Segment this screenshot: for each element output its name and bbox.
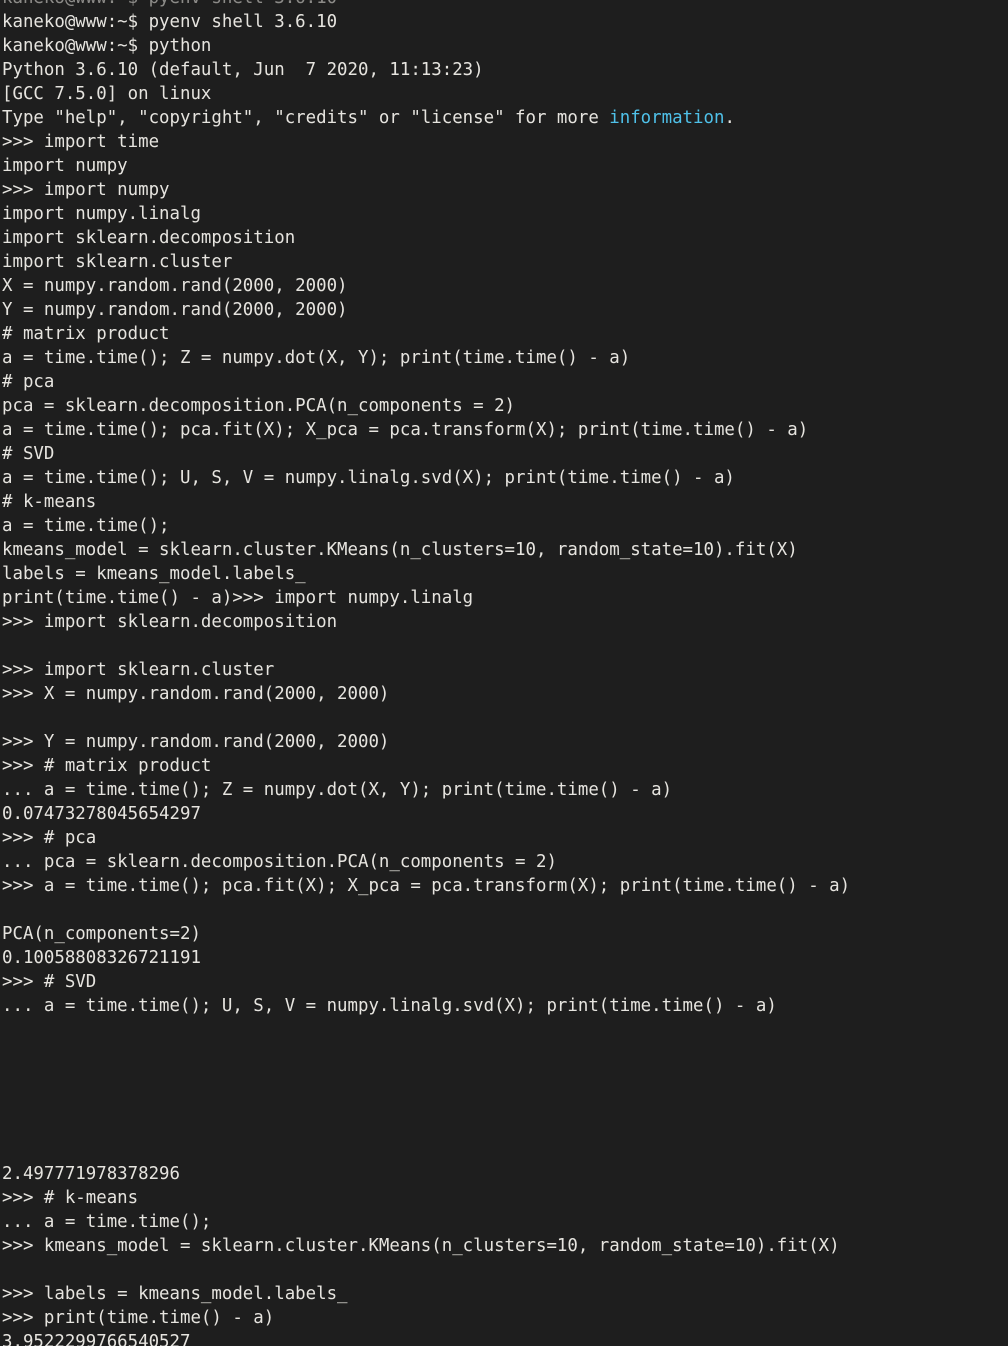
terminal-line-python-input: >>> import time bbox=[2, 132, 160, 152]
terminal-line-python-input: >>> Y = numpy.random.rand(2000, 2000) bbox=[2, 732, 390, 752]
terminal-line-clipped: kaneko@www:~$ pyenv shell 3.6.10 bbox=[2, 0, 1006, 10]
terminal-line-python-input: >>> X = numpy.random.rand(2000, 2000) bbox=[2, 684, 390, 704]
terminal-line-pasted-code: import sklearn.decomposition bbox=[2, 228, 296, 248]
terminal-line-pasted-code: # matrix product bbox=[2, 324, 170, 344]
terminal-line-banner: Type "help", "copyright", "credits" or "… bbox=[2, 106, 1006, 130]
banner-text-prefix: Type "help", "copyright", "credits" or "… bbox=[2, 108, 610, 128]
terminal-line-python-input: >>> # matrix product bbox=[2, 756, 212, 776]
terminal-line-pasted-code: import sklearn.cluster bbox=[2, 252, 233, 272]
terminal-line-pasted-code: kmeans_model = sklearn.cluster.KMeans(n_… bbox=[2, 540, 798, 560]
terminal-line-output: 3.9522299766540527 bbox=[2, 1332, 191, 1346]
terminal-line-python-continuation: ... a = time.time(); Z = numpy.dot(X, Y)… bbox=[2, 780, 673, 800]
terminal-line-pasted-code: a = time.time(); bbox=[2, 516, 170, 536]
terminal-line-pasted-code: # SVD bbox=[2, 444, 55, 464]
terminal-line-pasted-code: X = numpy.random.rand(2000, 2000) bbox=[2, 276, 348, 296]
terminal-line-python-input: >>> print(time.time() - a) bbox=[2, 1308, 275, 1328]
terminal-line-pasted-code: print(time.time() - a)>>> import numpy.l… bbox=[2, 588, 474, 608]
terminal-line-pasted-code: a = time.time(); U, S, V = numpy.linalg.… bbox=[2, 468, 735, 488]
terminal-line-python-input: >>> # k-means bbox=[2, 1188, 139, 1208]
terminal-line-python-input: >>> labels = kmeans_model.labels_ bbox=[2, 1284, 348, 1304]
terminal-line-output: 0.07473278045654297 bbox=[2, 804, 201, 824]
terminal-line-output: 0.10058808326721191 bbox=[2, 948, 201, 968]
terminal-line-pasted-code: pca = sklearn.decomposition.PCA(n_compon… bbox=[2, 396, 516, 416]
banner-information-keyword: information bbox=[609, 108, 725, 128]
terminal-line-pasted-code: import numpy bbox=[2, 156, 128, 176]
terminal-window[interactable]: kaneko@www:~$ pyenv shell 3.6.10 kaneko@w… bbox=[0, 0, 1008, 1346]
terminal-line-python-continuation: ... pca = sklearn.decomposition.PCA(n_co… bbox=[2, 852, 557, 872]
terminal-line-output: Python 3.6.10 (default, Jun 7 2020, 11:1… bbox=[2, 60, 484, 80]
terminal-line-pasted-code: # pca bbox=[2, 372, 55, 392]
terminal-line-python-input: >>> kmeans_model = sklearn.cluster.KMean… bbox=[2, 1236, 840, 1256]
terminal-line-shell-command: kaneko@www:~$ pyenv shell 3.6.10 bbox=[2, 12, 338, 32]
terminal-line-python-continuation: ... a = time.time(); bbox=[2, 1212, 212, 1232]
terminal-screen[interactable]: kaneko@www:~$ pyenv shell 3.6.10 kaneko@w… bbox=[2, 0, 1006, 1346]
terminal-line-output: PCA(n_components=2) bbox=[2, 924, 201, 944]
banner-text-suffix: . bbox=[724, 108, 735, 128]
terminal-line-pasted-code: a = time.time(); pca.fit(X); X_pca = pca… bbox=[2, 420, 809, 440]
terminal-line-python-continuation: ... a = time.time(); U, S, V = numpy.lin… bbox=[2, 996, 777, 1016]
terminal-line-python-input: >>> # SVD bbox=[2, 972, 97, 992]
terminal-line-pasted-code: a = time.time(); Z = numpy.dot(X, Y); pr… bbox=[2, 348, 631, 368]
terminal-line-python-input: >>> import numpy bbox=[2, 180, 170, 200]
terminal-line-python-input: >>> a = time.time(); pca.fit(X); X_pca =… bbox=[2, 876, 851, 896]
terminal-line-output: 2.497771978378296 bbox=[2, 1164, 180, 1184]
terminal-line-output: [GCC 7.5.0] on linux bbox=[2, 84, 212, 104]
terminal-line-pasted-code: labels = kmeans_model.labels_ bbox=[2, 564, 306, 584]
terminal-line-pasted-code: import numpy.linalg bbox=[2, 204, 201, 224]
terminal-line-python-input: >>> import sklearn.decomposition bbox=[2, 612, 338, 632]
terminal-line-shell-command: kaneko@www:~$ python bbox=[2, 36, 212, 56]
terminal-line-python-input: >>> import sklearn.cluster bbox=[2, 660, 275, 680]
terminal-line-python-input: >>> # pca bbox=[2, 828, 97, 848]
terminal-line-pasted-code: # k-means bbox=[2, 492, 97, 512]
terminal-line-pasted-code: Y = numpy.random.rand(2000, 2000) bbox=[2, 300, 348, 320]
